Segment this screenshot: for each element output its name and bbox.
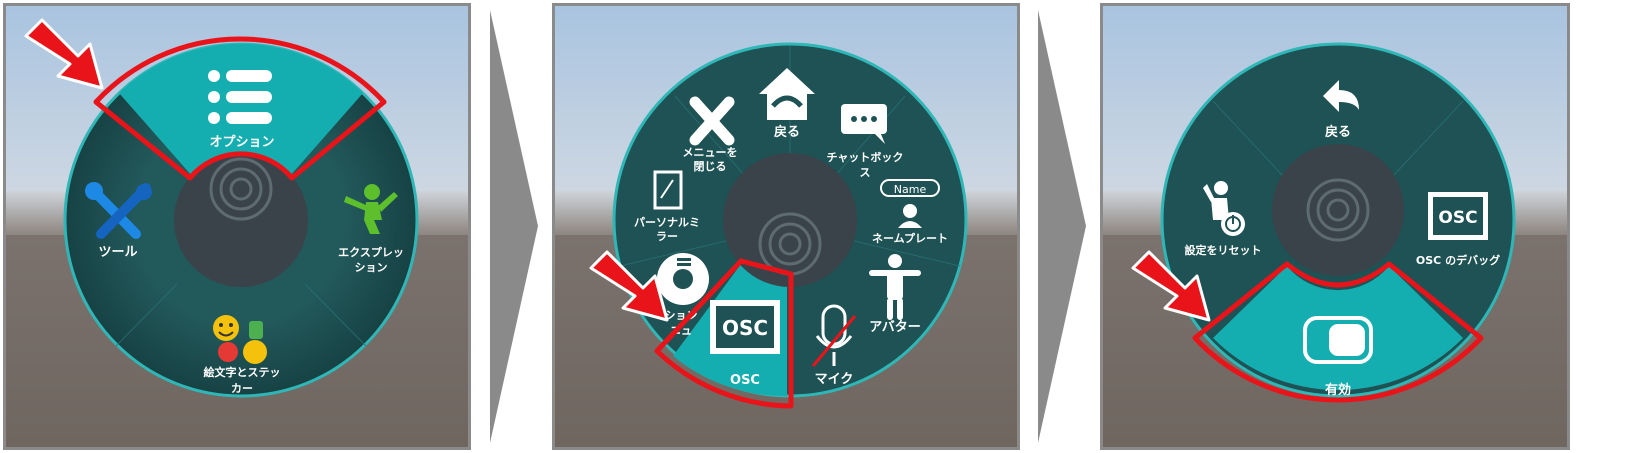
avatar-label[interactable]: アバター: [869, 320, 920, 335]
expressions-label-1[interactable]: エクスプレッ: [338, 245, 404, 259]
osc-debug-label[interactable]: OSC のデバッグ: [1416, 253, 1500, 267]
options-wheel: 戻る メニューを 閉じる チャットボック ス パーソナルミ ラー Name ネー…: [589, 42, 968, 409]
close-label-1[interactable]: メニューを: [683, 146, 738, 159]
next-step-chevron-icon: [490, 10, 538, 443]
enabled-label[interactable]: 有効: [1325, 382, 1351, 398]
wheel-center: [723, 153, 857, 287]
personal-mirror-label-1[interactable]: パーソナルミ: [634, 216, 700, 229]
tools-label[interactable]: ツール: [98, 245, 137, 260]
callout-arrow-icon: [24, 18, 104, 90]
panel-step-2: 戻る メニューを 閉じる チャットボック ス パーソナルミ ラー Name ネー…: [552, 3, 1020, 450]
personal-mirror-label-2[interactable]: ラー: [656, 230, 678, 243]
nameplate-badge: Name: [894, 183, 927, 196]
nameplate-label[interactable]: ネームプレート: [872, 231, 948, 245]
osc-icon-text: OSC: [1438, 208, 1477, 228]
options-mini-wheel-icon: [657, 253, 709, 305]
back-label[interactable]: 戻る: [1324, 124, 1351, 140]
wheel-center: [1272, 144, 1404, 276]
options-label[interactable]: オプション: [209, 135, 274, 150]
osc-icon-text: OSC: [722, 316, 768, 340]
mic-label[interactable]: マイク: [815, 372, 854, 387]
panel-step-3: 戻る 設定をリセット OSC OSC のデバッグ 有効: [1100, 3, 1570, 450]
osc-wheel: 戻る 設定をリセット OSC OSC のデバッグ 有効: [1131, 42, 1516, 403]
emoji-label-1[interactable]: 絵文字とステッ: [204, 365, 281, 379]
action-wheel: オプション ツール エクスプレッ ション 絵文字とステッ カー: [24, 18, 419, 398]
next-step-chevron-icon: [1038, 10, 1086, 443]
menu-list-icon: [208, 70, 272, 124]
close-label-2[interactable]: 閉じる: [694, 160, 727, 173]
expressions-label-2[interactable]: ション: [355, 261, 388, 274]
reset-label[interactable]: 設定をリセット: [1185, 243, 1262, 257]
back-label[interactable]: 戻る: [773, 124, 800, 140]
chatbox-label-2[interactable]: ス: [860, 166, 871, 179]
panel-step-1: オプション ツール エクスプレッ ション 絵文字とステッ カー: [3, 3, 471, 450]
osc-label[interactable]: OSC: [730, 373, 760, 388]
chatbox-label-1[interactable]: チャットボック: [827, 150, 904, 164]
emoji-label-2[interactable]: カー: [231, 382, 253, 395]
